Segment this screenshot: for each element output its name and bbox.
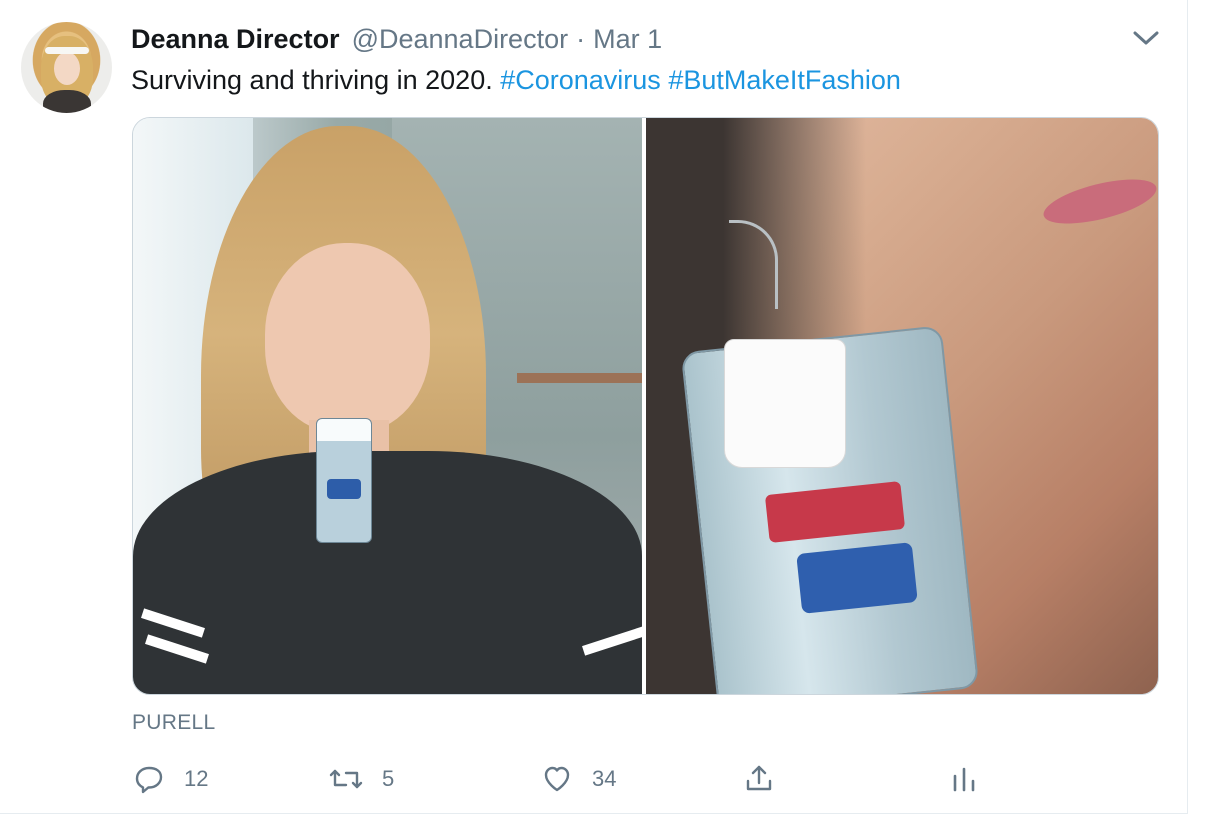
picture-frame-edge bbox=[517, 373, 642, 383]
avatar-face bbox=[54, 52, 80, 85]
sanitizer-bottle-earring bbox=[316, 418, 372, 543]
media-source-label[interactable]: PURELL bbox=[132, 711, 216, 735]
chevron-down-icon[interactable] bbox=[1131, 26, 1161, 50]
share-icon bbox=[742, 762, 776, 796]
like-button[interactable]: 34 bbox=[540, 757, 616, 801]
hashtag-coronavirus[interactable]: #Coronavirus bbox=[500, 65, 661, 95]
header-separator: · bbox=[576, 23, 586, 54]
reply-button[interactable]: 12 bbox=[132, 757, 208, 801]
hashtag-butmakeitfashion[interactable]: #ButMakeItFashion bbox=[668, 65, 901, 95]
tweet-body: Surviving and thriving in 2020. bbox=[131, 65, 501, 95]
tweet-text: Surviving and thriving in 2020. #Coronav… bbox=[131, 63, 901, 97]
retweet-icon bbox=[328, 762, 364, 796]
purell-label bbox=[327, 479, 361, 499]
lips bbox=[1039, 170, 1158, 233]
reply-count: 12 bbox=[184, 766, 209, 791]
tweet-header: Deanna Director @DeannaDirector · Mar 1 bbox=[131, 22, 662, 56]
analytics-button[interactable] bbox=[949, 757, 979, 801]
avatar-shirt bbox=[43, 90, 91, 113]
face bbox=[265, 243, 430, 433]
reply-icon bbox=[132, 762, 166, 796]
tweet-card: Deanna Director @DeannaDirector · Mar 1 … bbox=[0, 0, 1188, 814]
analytics-icon bbox=[949, 762, 979, 796]
user-handle[interactable]: @DeannaDirector bbox=[352, 24, 569, 55]
tweet-actions: 12 5 34 bbox=[132, 757, 992, 801]
heart-icon bbox=[540, 762, 574, 796]
retweet-button[interactable]: 5 bbox=[328, 757, 394, 801]
tweet-photo-left[interactable] bbox=[133, 118, 642, 694]
retweet-count: 5 bbox=[382, 766, 395, 791]
tweet-photo-right[interactable] bbox=[646, 118, 1158, 694]
brand-badge bbox=[796, 542, 918, 614]
tweet-date[interactable]: Mar 1 bbox=[593, 24, 662, 55]
black-shirt bbox=[133, 451, 642, 694]
display-name[interactable]: Deanna Director bbox=[131, 24, 340, 55]
avatar[interactable] bbox=[21, 22, 112, 113]
like-count: 34 bbox=[592, 766, 617, 791]
bottle-cap bbox=[724, 339, 846, 468]
avatar-headband bbox=[45, 47, 89, 54]
share-button[interactable] bbox=[742, 757, 776, 801]
media-gallery[interactable] bbox=[132, 117, 1159, 695]
